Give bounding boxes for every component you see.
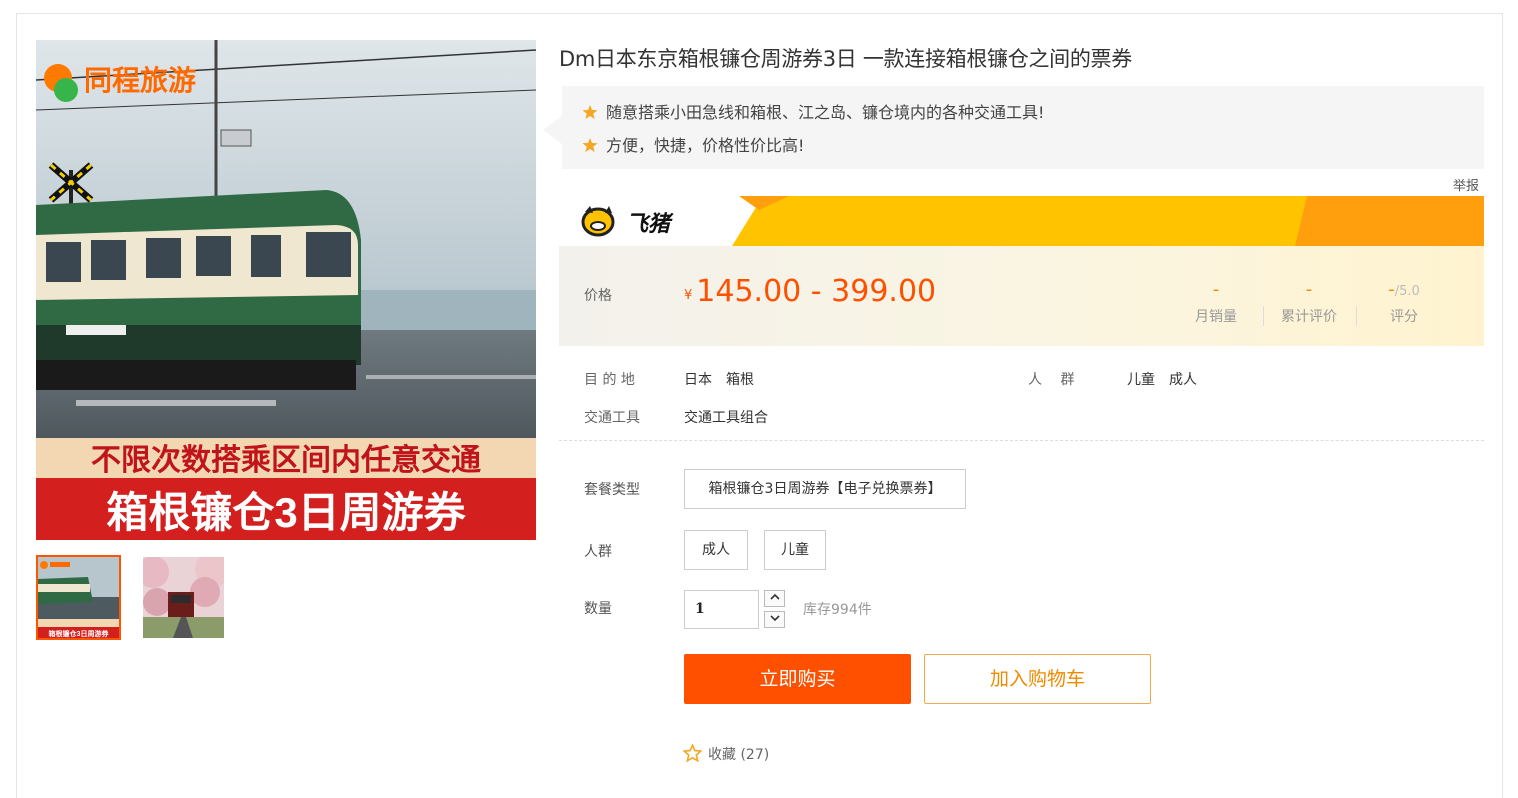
quantity-increase-button[interactable] [764, 590, 785, 607]
fliggy-logo-icon [581, 206, 615, 237]
price-label: 价格 [584, 288, 612, 304]
report-link[interactable]: 举报 [1453, 175, 1479, 194]
crowd-option-adult[interactable]: 成人 [684, 530, 748, 570]
transport-label: 交通工具 [584, 410, 640, 426]
transport-value: 交通工具组合 [684, 410, 768, 426]
thumbnail-1-image: 箱根镰仓3日周游券 [38, 557, 119, 638]
quantity-label: 数量 [584, 601, 612, 617]
stat-label: 月销量 [1195, 309, 1237, 325]
buy-now-button[interactable]: 立即购买 [684, 654, 911, 704]
crowd-option-child[interactable]: 儿童 [764, 530, 826, 570]
thumbnail-1-caption: 箱根镰仓3日周游券 [49, 629, 110, 638]
stat-monthly-sales: - 月销量 [1170, 280, 1262, 326]
feature-item: 方便，快捷，价格性价比高! [582, 132, 804, 156]
train-photo: 同程旅游 不限次数搭乘区间内任意交通 箱根镰仓3日周游券 [36, 40, 536, 540]
caption-line2: 箱根镰仓3日周游券 [106, 489, 466, 536]
package-option[interactable]: 箱根镰仓3日周游券【电子兑换票券】 [684, 469, 966, 509]
main-product-image[interactable]: 同程旅游 不限次数搭乘区间内任意交通 箱根镰仓3日周游券 [36, 40, 536, 540]
star-icon [582, 105, 598, 119]
thumbnail-1[interactable]: 箱根镰仓3日周游券 [36, 555, 121, 640]
product-title: Dm日本东京箱根镰仓周游券3日 一款连接箱根镰仓之间的票券 [559, 47, 1132, 71]
fliggy-banner [559, 196, 1484, 246]
feature-list: 随意搭乘小田急线和箱根、江之岛、镰仓境内的各种交通工具! 方便，快捷，价格性价比… [543, 86, 1484, 169]
quantity-input[interactable]: 1 [684, 590, 759, 629]
crowd-info-label: 人 群 [1028, 372, 1075, 388]
star-icon [582, 138, 598, 152]
price-value: ¥145.00 - 399.00 [684, 274, 936, 309]
favorite-label: 收藏 [708, 747, 736, 763]
stat-label: 累计评价 [1281, 309, 1337, 325]
chevron-down-icon [769, 615, 780, 622]
brand-text: 同程旅游 [84, 64, 196, 96]
favorite-count: (27) [740, 747, 770, 763]
cherry-blossom-train-image [143, 557, 224, 638]
chevron-up-icon [769, 593, 780, 600]
currency-symbol: ¥ [684, 288, 693, 303]
crowd-info-value: 儿童 成人 [1127, 372, 1197, 388]
destination-value: 日本 箱根 [684, 372, 754, 388]
banner-shapes [559, 196, 1484, 246]
thumbnail-2[interactable] [141, 555, 226, 640]
quantity-decrease-button[interactable] [764, 611, 785, 628]
stock-text: 库存994件 [803, 602, 872, 618]
feature-item: 随意搭乘小田急线和箱根、江之岛、镰仓境内的各种交通工具! [582, 99, 1044, 123]
stat-label: 评分 [1390, 309, 1418, 325]
caption-line1: 不限次数搭乘区间内任意交通 [91, 443, 481, 477]
section-divider [559, 440, 1484, 441]
fliggy-logo-text: 飞猪 [626, 212, 671, 237]
crowd-option-label: 人群 [584, 544, 612, 560]
price-range: 145.00 - 399.00 [696, 274, 937, 309]
feature-text: 随意搭乘小田急线和箱根、江之岛、镰仓境内的各种交通工具! [606, 103, 1045, 122]
stat-suffix: /5.0 [1394, 284, 1420, 299]
add-to-cart-button[interactable]: 加入购物车 [924, 654, 1151, 704]
favorite-button[interactable]: 收藏 (27) [682, 743, 770, 764]
star-outline-icon [682, 743, 703, 763]
destination-label: 目 的 地 [584, 372, 635, 388]
feature-text: 方便，快捷，价格性价比高! [606, 136, 805, 155]
divider [1356, 306, 1357, 326]
package-type-label: 套餐类型 [584, 482, 640, 498]
stat-value: - [1212, 279, 1220, 300]
stat-rating: -/5.0 评分 [1358, 280, 1450, 326]
stat-value: - [1305, 279, 1313, 300]
stat-reviews[interactable]: - 累计评价 [1263, 280, 1355, 326]
